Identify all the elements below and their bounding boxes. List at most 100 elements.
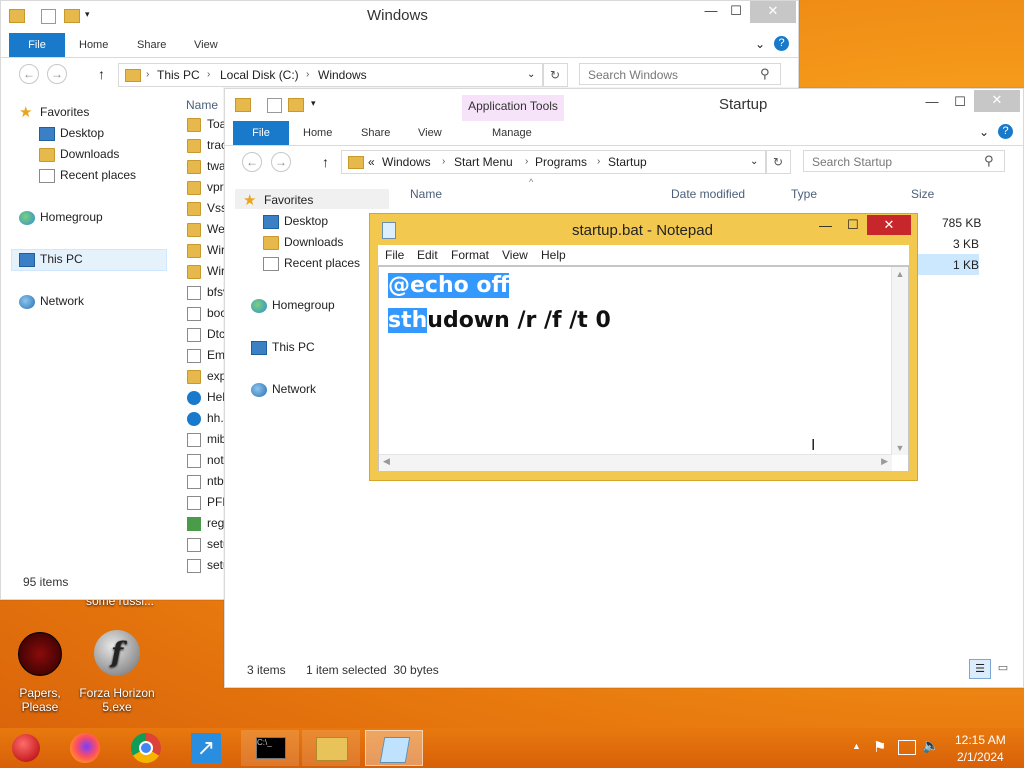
tab-application-tools[interactable]: Application Tools: [462, 95, 564, 121]
tab-view[interactable]: View: [184, 33, 228, 57]
taskbar-cmd-button[interactable]: C:\_: [241, 730, 299, 766]
tab-share[interactable]: Share: [127, 33, 176, 57]
title-bar[interactable]: ▾ Windows — ☐ ✕: [1, 1, 798, 31]
file-row[interactable]: bfsv: [187, 285, 229, 300]
up-button[interactable]: ↑: [98, 66, 105, 82]
tab-file[interactable]: File: [9, 33, 65, 57]
desktop-icon-papers-please[interactable]: Papers, Please: [2, 632, 78, 714]
menu-view[interactable]: View: [502, 248, 528, 262]
forward-button[interactable]: →: [47, 64, 67, 84]
file-row[interactable]: Wir: [187, 243, 225, 258]
taskbar-explorer-button[interactable]: [302, 730, 360, 766]
nav-downloads[interactable]: Downloads: [263, 235, 343, 250]
nav-downloads[interactable]: Downloads: [39, 147, 119, 162]
tab-home[interactable]: Home: [69, 33, 118, 57]
breadcrumb-arrow-icon[interactable]: ›: [525, 151, 528, 173]
up-button[interactable]: ↑: [322, 154, 329, 170]
new-folder-icon[interactable]: [64, 9, 80, 23]
scroll-up-icon[interactable]: ▲: [892, 269, 908, 279]
maximize-button[interactable]: ☐: [847, 217, 859, 233]
help-icon[interactable]: ?: [998, 124, 1013, 139]
desktop-icon-forza[interactable]: f Forza Horizon 5.exe: [78, 630, 156, 714]
refresh-button[interactable]: ↻: [542, 63, 568, 87]
column-header-type[interactable]: Type: [791, 187, 817, 201]
nav-homegroup[interactable]: Homegroup: [251, 298, 335, 313]
notepad-window[interactable]: startup.bat - Notepad — ☐ ✕ File Edit Fo…: [369, 213, 918, 481]
file-row[interactable]: Hel: [187, 390, 225, 405]
tab-view[interactable]: View: [408, 121, 452, 145]
menu-help[interactable]: Help: [541, 248, 566, 262]
search-input[interactable]: Search Startup: [803, 150, 1005, 172]
file-row[interactable]: Dtc: [187, 327, 225, 342]
breadcrumb-this-pc[interactable]: This PC: [157, 64, 200, 86]
file-row[interactable]: twa: [187, 159, 226, 174]
close-button[interactable]: ✕: [867, 215, 911, 235]
file-row[interactable]: Wir: [187, 264, 225, 279]
shortcut-arrow-icon[interactable]: ↗: [191, 733, 221, 763]
nav-homegroup[interactable]: Homegroup: [19, 210, 103, 225]
ribbon-expand-icon[interactable]: ⌄: [979, 125, 989, 139]
christmas-ornament-icon[interactable]: [12, 734, 40, 762]
vertical-scrollbar[interactable]: ▲ ▼: [891, 267, 908, 455]
new-folder-icon[interactable]: [288, 98, 304, 112]
file-row[interactable]: ntb: [187, 474, 224, 489]
breadcrumb-windows[interactable]: Windows: [382, 151, 431, 173]
nav-this-pc[interactable]: This PC: [19, 252, 83, 267]
close-button[interactable]: ✕: [750, 1, 796, 23]
file-row[interactable]: hh.: [187, 411, 224, 426]
properties-icon[interactable]: [41, 9, 56, 24]
file-row[interactable]: exp: [187, 369, 226, 384]
breadcrumb-arrow-icon[interactable]: ›: [442, 151, 445, 173]
file-row[interactable]: Em: [187, 348, 225, 363]
network-tray-icon[interactable]: [898, 740, 916, 755]
breadcrumb-arrow-icon[interactable]: ›: [146, 64, 149, 86]
nav-this-pc[interactable]: This PC: [251, 340, 315, 355]
nav-network[interactable]: Network: [19, 294, 84, 309]
breadcrumb-programs[interactable]: Programs: [535, 151, 587, 173]
file-row[interactable]: boo: [187, 306, 227, 321]
clock-time[interactable]: 12:15 AM: [955, 733, 1006, 747]
large-icons-view-button[interactable]: ▭: [994, 660, 1012, 676]
menu-file[interactable]: File: [385, 248, 404, 262]
column-header-date[interactable]: Date modified: [671, 187, 745, 201]
minimize-button[interactable]: —: [819, 218, 832, 233]
horizontal-scrollbar[interactable]: ◀ ▶: [379, 454, 892, 471]
nav-favorites[interactable]: ★ Favorites: [19, 105, 89, 120]
breadcrumb-windows[interactable]: Windows: [318, 64, 367, 86]
notepad-text-area[interactable]: @echo off sthudown /r /f /t 0 I ▲ ▼ ◀ ▶: [378, 266, 909, 472]
nav-desktop[interactable]: Desktop: [39, 126, 104, 141]
chrome-icon[interactable]: [131, 733, 161, 763]
back-button[interactable]: ←: [19, 64, 39, 84]
properties-icon[interactable]: [267, 98, 282, 113]
help-icon[interactable]: ?: [774, 36, 789, 51]
volume-muted-icon[interactable]: 🔈: [922, 737, 939, 754]
file-row[interactable]: Toa: [187, 117, 226, 132]
menu-format[interactable]: Format: [451, 248, 489, 262]
file-row[interactable]: vpr: [187, 180, 224, 195]
menu-edit[interactable]: Edit: [417, 248, 438, 262]
firefox-icon[interactable]: [70, 733, 100, 763]
maximize-button[interactable]: ☐: [721, 1, 751, 23]
details-view-button[interactable]: ☰: [969, 659, 991, 679]
breadcrumb-start-menu[interactable]: Start Menu: [454, 151, 513, 173]
scroll-left-icon[interactable]: ◀: [383, 456, 390, 467]
breadcrumb-overflow[interactable]: «: [368, 151, 375, 173]
breadcrumb-arrow-icon[interactable]: ›: [207, 64, 210, 86]
nav-recent-places[interactable]: Recent places: [39, 168, 136, 183]
quick-access-dropdown-icon[interactable]: ▾: [85, 9, 90, 20]
nav-desktop[interactable]: Desktop: [263, 214, 328, 229]
clock-date[interactable]: 2/1/2024: [957, 750, 1004, 764]
address-bar[interactable]: « Windows › Start Menu › Programs › Star…: [341, 150, 767, 174]
close-button[interactable]: ✕: [974, 90, 1020, 112]
nav-recent-places[interactable]: Recent places: [263, 256, 360, 271]
address-dropdown-icon[interactable]: ⌄: [527, 64, 535, 86]
file-row[interactable]: We: [187, 222, 225, 237]
minimize-button[interactable]: —: [917, 92, 947, 114]
column-header-size[interactable]: Size: [911, 187, 934, 201]
file-row[interactable]: mib: [187, 432, 226, 447]
file-row[interactable]: reg: [187, 516, 224, 531]
back-button[interactable]: ←: [242, 152, 262, 172]
address-dropdown-icon[interactable]: ⌄: [750, 151, 758, 173]
quick-access-dropdown-icon[interactable]: ▾: [311, 98, 316, 109]
breadcrumb-startup[interactable]: Startup: [608, 151, 647, 173]
